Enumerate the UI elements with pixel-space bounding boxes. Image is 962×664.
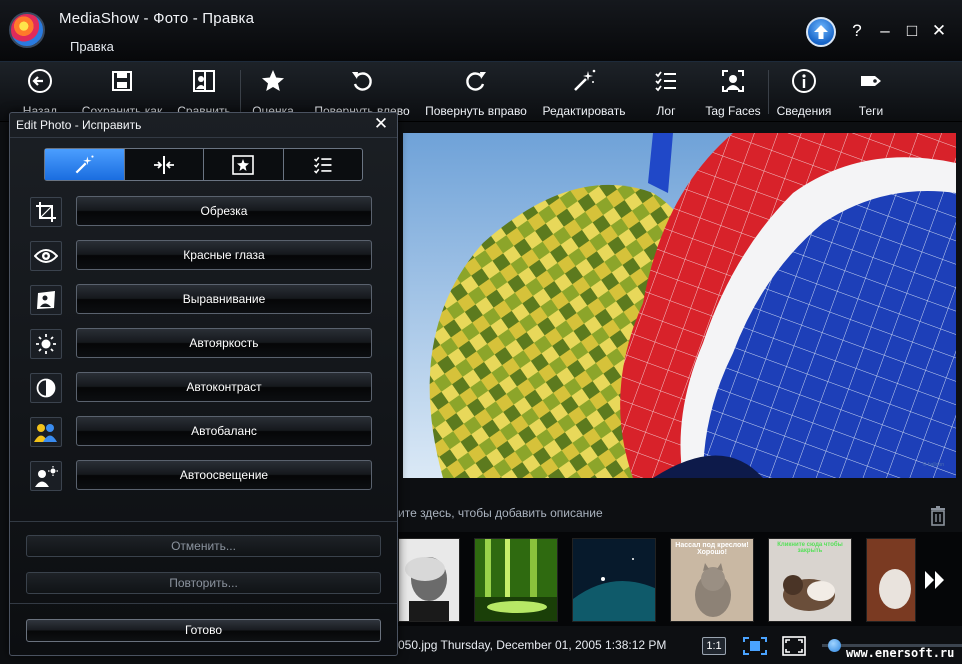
crop-icon	[30, 197, 62, 227]
toolbar-tags-button[interactable]: Теги	[852, 66, 890, 120]
title-bar: MediaShow - Фото - Правка Правка ? – □ ✕	[0, 0, 962, 62]
magic-wand-icon	[574, 69, 596, 91]
close-button[interactable]: ✕	[928, 20, 950, 42]
maximize-button[interactable]: □	[901, 20, 923, 42]
help-button[interactable]: ?	[846, 20, 868, 42]
toolbar-info-button[interactable]: Сведения	[776, 66, 832, 120]
filmstrip-thumbnail[interactable]: Кликните сюда чтобы закрыть	[768, 538, 852, 622]
magic-wand-icon	[75, 154, 94, 173]
up-arrow-icon	[814, 25, 828, 39]
brightness-icon	[30, 329, 62, 359]
tag-icon	[861, 76, 881, 86]
watermark: www.enersoft.ru	[846, 646, 955, 660]
back-arrow-icon	[28, 69, 52, 93]
minimize-button[interactable]: –	[874, 20, 896, 42]
auto-lighting-button[interactable]: Автоосвещение	[76, 460, 372, 490]
bamboo-image	[475, 539, 557, 621]
description-hint[interactable]: ите здесь, чтобы добавить описание	[398, 506, 603, 520]
portrait-image	[399, 539, 459, 621]
checklist-icon	[313, 156, 332, 174]
rotate-right-icon	[466, 72, 486, 91]
tab-effects[interactable]	[204, 149, 284, 180]
divider	[10, 603, 397, 604]
toolbar-separator	[240, 70, 241, 114]
redo-button[interactable]: Повторить...	[26, 572, 381, 594]
tab-adjust[interactable]	[125, 149, 204, 180]
done-button[interactable]: Готово	[26, 619, 381, 642]
photo-credit: © balloon	[922, 462, 944, 468]
toolbar-label: Повернуть вправо	[425, 104, 527, 118]
main-photo: © balloon	[403, 133, 956, 478]
divider	[10, 137, 397, 138]
app-logo	[9, 12, 45, 48]
balloon-photo-image	[403, 133, 956, 478]
info-icon	[792, 69, 816, 93]
adjust-icon	[153, 155, 174, 174]
face-tag-icon	[722, 70, 744, 92]
fit-screen-icon[interactable]	[782, 636, 806, 656]
cat-photo-image	[867, 539, 915, 621]
thumbnail-caption: Кликните сюда чтобы закрыть	[777, 542, 843, 554]
window-title: MediaShow - Фото - Правка	[59, 10, 255, 27]
compare-icon	[193, 70, 215, 92]
color-balance-icon	[30, 417, 62, 447]
dialog-title: Edit Photo - Исправить	[16, 118, 142, 132]
tab-fix[interactable]	[45, 149, 125, 180]
star-icon	[262, 70, 284, 91]
filmstrip-thumbnail[interactable]: Нассал под креслом! Хорошо!	[670, 538, 754, 622]
toolbar-log-button[interactable]: Лог	[648, 66, 684, 120]
rotate-left-icon	[352, 72, 372, 91]
thumbnail-caption: Нассал под креслом! Хорошо!	[675, 542, 749, 556]
edit-tabs	[44, 148, 363, 181]
contrast-icon	[30, 373, 62, 403]
toolbar-separator	[768, 70, 769, 114]
effects-icon	[232, 154, 255, 175]
checklist-icon	[655, 71, 676, 92]
toolbar-tag-faces-button[interactable]: Tag Faces	[704, 66, 762, 120]
toolbar-label: Tag Faces	[705, 104, 761, 118]
filmstrip-thumbnail[interactable]	[398, 538, 460, 622]
filmstrip: Нассал под креслом! Хорошо! Кликните сюд…	[398, 532, 962, 626]
zoom-slider-thumb[interactable]	[828, 639, 841, 652]
save-as-icon	[112, 71, 132, 91]
toolbar-label: Редактировать	[542, 104, 626, 118]
toolbar-rotate-right-button[interactable]: Повернуть вправо	[424, 66, 528, 120]
toolbar-label: Теги	[858, 104, 884, 118]
filmstrip-thumbnail[interactable]	[866, 538, 916, 622]
auto-contrast-button[interactable]: Автоконтраст	[76, 372, 372, 402]
face-detect-icon[interactable]	[742, 636, 768, 656]
filmstrip-next-icon[interactable]	[924, 570, 946, 590]
straighten-icon	[30, 285, 62, 315]
upgrade-button[interactable]	[806, 17, 836, 47]
auto-brightness-button[interactable]: Автояркость	[76, 328, 372, 358]
undo-button[interactable]: Отменить...	[26, 535, 381, 557]
dialog-close-button[interactable]: ✕	[372, 115, 390, 133]
actual-size-button[interactable]: 1:1	[702, 637, 726, 655]
toolbar-label: Лог	[656, 104, 676, 118]
straighten-button[interactable]: Выравнивание	[76, 284, 372, 314]
filmstrip-thumbnail[interactable]	[572, 538, 656, 622]
file-info-text: 050.jpg Thursday, December 01, 2005 1:38…	[398, 638, 667, 652]
edit-photo-dialog: Edit Photo - Исправить ✕ Обрезка Красные…	[9, 112, 398, 656]
filmstrip-thumbnail[interactable]	[474, 538, 558, 622]
space-image	[573, 539, 655, 621]
red-eye-button[interactable]: Красные глаза	[76, 240, 372, 270]
eye-icon	[30, 241, 62, 271]
crop-button[interactable]: Обрезка	[76, 196, 372, 226]
toolbar-label: Сведения	[776, 104, 832, 118]
window-subtitle: Правка	[70, 39, 114, 54]
trash-icon[interactable]	[930, 506, 946, 526]
tab-tasks[interactable]	[284, 149, 363, 180]
divider	[10, 521, 397, 522]
toolbar-edit-button[interactable]: Редактировать	[540, 66, 628, 120]
lighting-icon	[30, 461, 62, 491]
auto-balance-button[interactable]: Автобаланс	[76, 416, 372, 446]
